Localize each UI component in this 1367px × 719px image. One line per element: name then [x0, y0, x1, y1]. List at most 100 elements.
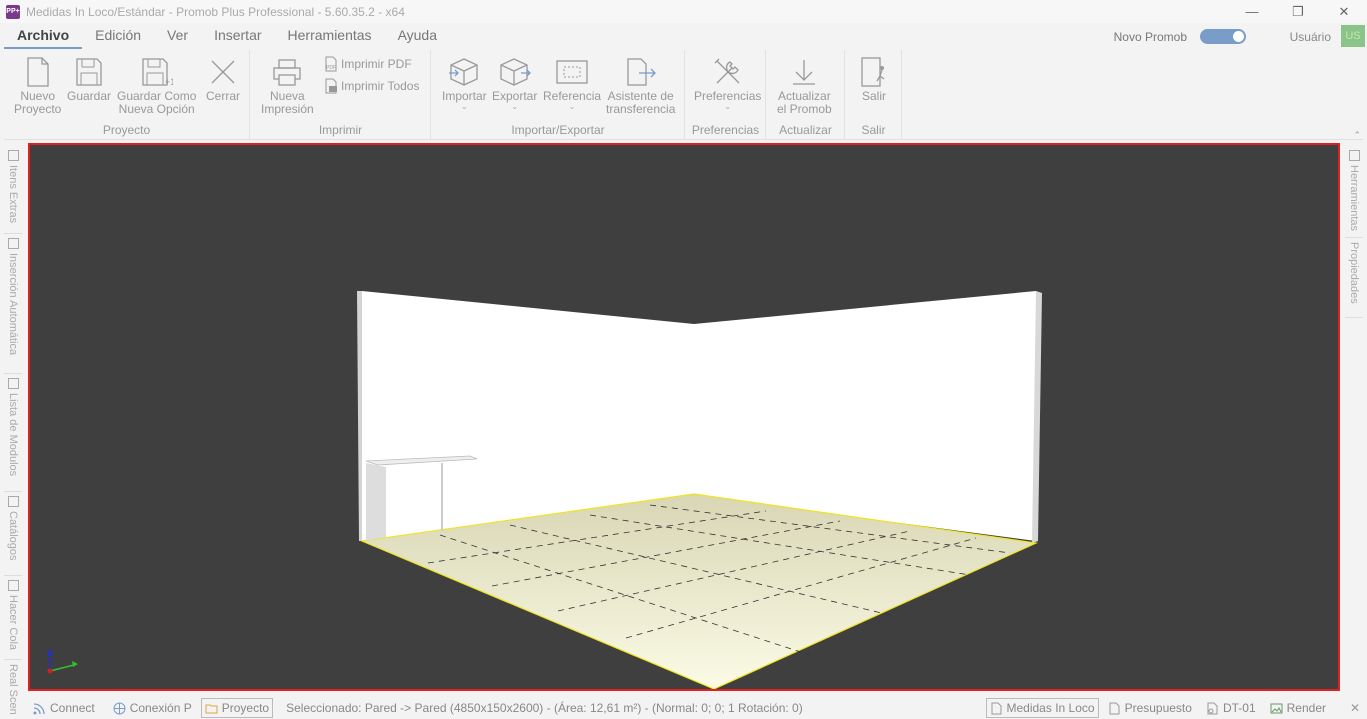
conexion-label: Conexión P [129, 701, 192, 715]
exit-icon [857, 54, 891, 90]
ribbon: Nuevo Proyecto Guardar +1 Guardar Como N… [4, 50, 1363, 140]
tab-itens-extras[interactable]: Itens Extras [4, 146, 22, 234]
chevron-down-icon: ⌄ [511, 102, 519, 111]
box-icon [7, 150, 19, 161]
wall-left-edge [357, 291, 362, 541]
tab-herramientas[interactable]: Herramientas [1345, 146, 1363, 238]
download-icon [787, 54, 821, 90]
tab-label: Lista de Modulos [7, 393, 19, 477]
list-icon [7, 378, 19, 389]
imprimir-todos-label: Imprimir Todos [341, 79, 420, 93]
status-dt01[interactable]: DT-01 [1203, 698, 1259, 718]
close-button[interactable]: ✕ [1321, 0, 1367, 23]
menu-insertar[interactable]: Insertar [201, 23, 274, 49]
cerrar-button[interactable]: Cerrar [206, 54, 240, 103]
folder-icon [205, 704, 218, 713]
imprimir-todos-button[interactable]: Imprimir Todos [323, 78, 419, 94]
group-label-imprimir: Imprimir [318, 123, 363, 137]
avatar[interactable]: US [1341, 25, 1365, 47]
salir-button[interactable]: Salir [857, 54, 891, 103]
ribbon-group-imprimir: Nueva Impresión PDF Imprimir PDF Imprimi… [251, 50, 431, 140]
tab-label: Itens Extras [7, 165, 19, 224]
tools-icon [1348, 150, 1360, 161]
document-icon [1109, 702, 1120, 714]
save-icon [72, 54, 106, 90]
tab-hacer-cola[interactable]: Hacer Cola [4, 576, 22, 660]
imprimir-pdf-label: Imprimir PDF [341, 57, 412, 71]
chevron-down-icon: ⌄ [568, 102, 576, 111]
menu-edicion[interactable]: Edición [82, 23, 154, 49]
tab-catalogos[interactable]: Catálogos [4, 492, 22, 576]
guardar-como-button[interactable]: +1 Guardar Como Nueva Opción [117, 54, 196, 116]
status-connect[interactable]: Connect [30, 698, 98, 718]
ribbon-group-proyecto: Nuevo Proyecto Guardar +1 Guardar Como N… [4, 50, 250, 140]
tab-propiedades[interactable]: Propiedades [1345, 238, 1363, 318]
imprimir-pdf-button[interactable]: PDF Imprimir PDF [323, 56, 412, 72]
menu-herramientas[interactable]: Herramientas [275, 23, 385, 49]
close-x-icon [206, 54, 240, 90]
asistente-label-2: transferencia [606, 102, 676, 116]
status-close-icon[interactable]: ✕ [1343, 701, 1367, 715]
connect-label: Connect [50, 701, 95, 715]
actualizar-button[interactable]: Actualizar el Promob [777, 54, 832, 116]
menu-ver[interactable]: Ver [154, 23, 201, 49]
preferencias-button[interactable]: Preferencias ⌄ [694, 54, 761, 111]
app-icon: PP+ [6, 4, 20, 19]
image-icon [1270, 703, 1283, 713]
group-label-salir: Salir [861, 123, 886, 137]
asistente-transferencia-button[interactable]: Asistente de transferencia [606, 54, 675, 116]
group-label-importar-exportar: Importar/Exportar [511, 123, 605, 137]
tab-label: Hacer Cola [7, 595, 19, 651]
title-bar: PP+ Medidas In Loco/Estándar - Promob Pl… [0, 0, 1367, 23]
dt01-label: DT-01 [1222, 701, 1256, 715]
guardar-button[interactable]: Guardar [67, 54, 111, 103]
menu-ayuda[interactable]: Ayuda [385, 23, 450, 49]
menu-archivo[interactable]: Archivo [4, 23, 83, 49]
status-proyecto[interactable]: Proyecto [200, 698, 274, 718]
minimize-button[interactable]: — [1229, 0, 1275, 23]
tab-label: Inserción Automática [7, 253, 19, 356]
status-right: Medidas In Loco Presupuesto DT-01 Render… [982, 697, 1367, 719]
nueva-impresion-button[interactable]: Nueva Impresión [261, 54, 314, 116]
status-bar: Connect Conexión P Proyecto Seleccionado… [0, 697, 1367, 719]
transfer-icon [624, 54, 658, 90]
guardar-label: Guardar [67, 89, 112, 103]
novo-promob-toggle[interactable] [1200, 29, 1246, 44]
tab-label: Propiedades [1348, 242, 1360, 304]
user-label[interactable]: Usuário [1290, 30, 1331, 44]
left-side-panel-tabs: Itens Extras Inserción Automática Lista … [4, 146, 22, 719]
svg-text:PDF: PDF [326, 65, 336, 71]
restore-button[interactable]: ❐ [1275, 0, 1321, 23]
chevron-down-icon: ⌄ [724, 102, 732, 111]
tab-insercion-automatica[interactable]: Inserción Automática [4, 234, 22, 374]
document-icon [991, 702, 1001, 714]
ribbon-group-salir: Salir Salir [846, 50, 902, 140]
referencia-button[interactable]: Referencia ⌄ [543, 54, 601, 111]
novo-promob-label: Novo Promob [1113, 30, 1187, 44]
status-conexion[interactable]: Conexión P [110, 698, 195, 718]
render-label: Render [1286, 701, 1326, 715]
new-document-icon [21, 54, 55, 90]
import-cube-icon [447, 54, 481, 90]
3d-scene[interactable] [30, 145, 1338, 689]
status-presupuesto[interactable]: Presupuesto [1105, 698, 1195, 718]
queue-icon [7, 580, 19, 591]
proyecto-label: Proyecto [221, 701, 270, 715]
status-render[interactable]: Render [1267, 698, 1329, 718]
ribbon-collapse-icon[interactable]: ⌃ [1353, 130, 1361, 141]
ribbon-group-importar-exportar: Importar ⌄ Exportar ⌄ Referencia ⌄ Asist… [432, 50, 685, 140]
status-medidas-in-loco[interactable]: Medidas In Loco [985, 698, 1099, 718]
nueva-impresion-label-2: Impresión [261, 102, 314, 116]
right-side-panel-tabs: Herramientas Propiedades [1345, 146, 1363, 326]
3d-viewport[interactable] [28, 143, 1340, 691]
tools-icon [711, 54, 745, 90]
exportar-button[interactable]: Exportar ⌄ [492, 54, 537, 111]
group-label-actualizar: Actualizar [779, 123, 832, 137]
pdf-icon: PDF [325, 56, 337, 72]
tab-lista-de-modulos[interactable]: Lista de Modulos [4, 374, 22, 492]
importar-button[interactable]: Importar ⌄ [442, 54, 487, 111]
nuevo-proyecto-button[interactable]: Nuevo Proyecto [14, 54, 61, 116]
save-as-icon: +1 [140, 54, 174, 90]
salir-label: Salir [861, 89, 886, 103]
group-label-preferencias: Preferencias [691, 123, 760, 137]
